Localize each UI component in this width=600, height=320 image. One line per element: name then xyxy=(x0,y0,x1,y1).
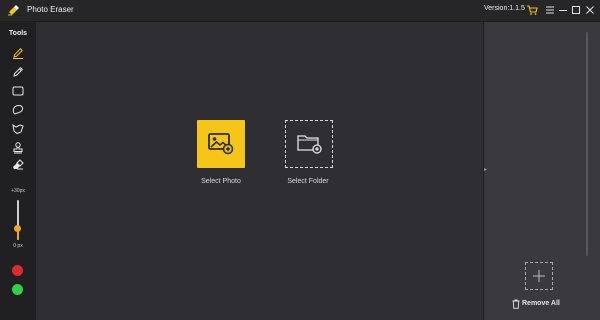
select-folder-label: Select Folder xyxy=(287,178,329,185)
lasso-icon[interactable] xyxy=(11,103,25,117)
remove-all-label: Remove All xyxy=(522,300,560,307)
polygon-lasso-icon[interactable] xyxy=(11,122,25,136)
tools-label: Tools xyxy=(8,30,28,37)
minimize-icon[interactable] xyxy=(557,4,569,16)
maximize-icon[interactable] xyxy=(570,4,582,16)
collapse-panel-arrow-icon[interactable]: ▸ xyxy=(484,166,487,173)
brush-size-max-label: +30px xyxy=(11,188,25,194)
app-title: Photo Eraser xyxy=(27,5,74,14)
cart-icon[interactable] xyxy=(526,4,538,16)
select-photo-label: Select Photo xyxy=(201,178,241,185)
pencil-icon[interactable] xyxy=(11,65,25,79)
select-folder-button[interactable] xyxy=(285,120,333,168)
menu-icon[interactable] xyxy=(544,4,556,16)
version-label: Version:1.1.5 xyxy=(484,5,525,12)
close-icon[interactable] xyxy=(584,4,596,16)
marker-icon[interactable] xyxy=(11,46,25,60)
title-bar: Photo Eraser Version:1.1.5 xyxy=(0,0,600,22)
canvas-area: Select Photo Select Folder xyxy=(36,22,483,320)
add-folder-icon xyxy=(297,135,322,154)
select-photo-button[interactable] xyxy=(197,120,245,168)
app-logo-icon xyxy=(7,4,20,17)
eraser-icon[interactable] xyxy=(11,158,25,172)
add-image-button[interactable] xyxy=(525,262,553,290)
panel-scrollbar[interactable] xyxy=(586,32,588,256)
add-photo-icon xyxy=(208,133,234,155)
tools-sidebar: Tools +30px 0 px xyxy=(0,22,36,320)
stamp-icon[interactable] xyxy=(11,141,25,155)
green-color-swatch[interactable] xyxy=(12,284,23,295)
brush-size-slider-thumb[interactable] xyxy=(14,224,21,232)
rectangle-select-icon[interactable] xyxy=(11,84,25,98)
red-color-swatch[interactable] xyxy=(12,265,23,276)
plus-icon xyxy=(533,270,545,282)
trash-icon xyxy=(512,299,520,309)
brush-size-min-label: 0 px xyxy=(13,243,23,249)
image-list-panel: Remove All xyxy=(484,22,600,320)
